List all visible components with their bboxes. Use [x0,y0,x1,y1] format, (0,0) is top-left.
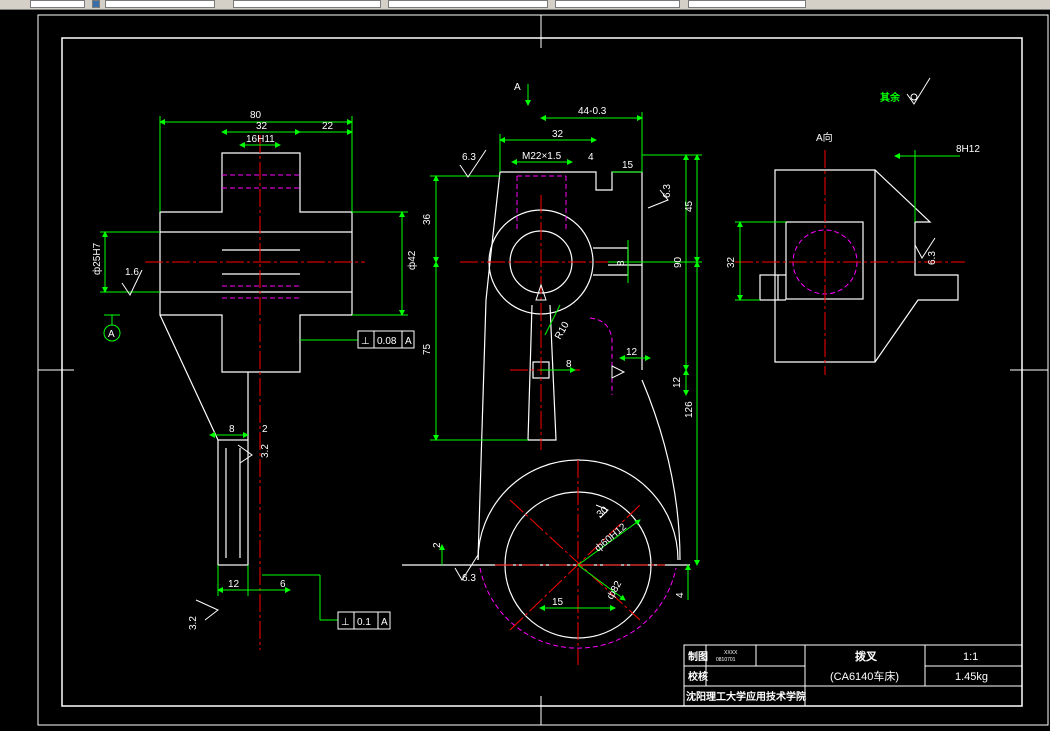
roughness-6-3-top: 6.3 [462,152,476,163]
toolbar-field-5[interactable] [555,0,680,8]
dim-22: 22 [322,121,334,132]
dim-82: ф82 [604,578,624,601]
weight-value: 1.45kg [955,671,988,683]
roughness-3-2-bottom: 3.2 [188,616,199,630]
part-name: 拨叉 [855,649,878,663]
scale-value: 1:1 [963,651,978,663]
dim-60h12: ф60H12 [592,521,629,555]
dim-6-arm: 6 [280,579,286,590]
drawn-small-1: XXXX [724,650,738,656]
layer-icon[interactable] [92,0,100,8]
dim-16h11: 16H11 [246,134,275,145]
right-view: A向 8H12 32 6.3 [726,131,980,375]
dim-90: 90 [673,256,684,268]
dim-32: 32 [256,121,268,132]
rest-roughness-note: 其余 [880,77,931,105]
drawn-small-2: 0810701 [716,657,736,663]
dim-8-hole: 8 [616,260,627,266]
dim-12-slot: 12 [626,347,638,358]
main-view: A 44-0.3 32 M22×1.5 4 15 36 45 90 8 R10 … [402,82,702,665]
dim-8-arm: 8 [229,424,235,435]
tolerance-2-symbol: ⊥ [341,617,350,628]
part-model: (CA6140车床) [830,669,899,683]
toolbar-field-6[interactable] [688,0,806,8]
toolbar-field-3[interactable] [233,0,381,8]
dim-15-bottom: 15 [552,597,564,608]
tolerance-2-value: 0.1 [357,617,371,628]
right-view-title: A向 [816,131,833,144]
drawn-label: 制图 [688,650,708,663]
dim-75: 75 [422,343,433,355]
tolerance-2-datum: A [381,617,388,628]
toolbar-field-4[interactable] [388,0,548,8]
tolerance-1-value: 0.08 [377,336,397,347]
dim-36: 36 [422,213,433,225]
dim-12-arm: 12 [228,579,240,590]
dim-8-neck: 8 [566,359,572,370]
view-mark-a: A [514,82,521,93]
school-name: 沈阳理工大学应用技术学院 [686,690,806,703]
title-block: 制图 校核 XXXX 0810701 拨叉 (CA6140车床) 1:1 1.4… [683,644,1023,707]
dim-12-side: 12 [672,376,683,388]
dim-32-main: 32 [552,129,564,140]
toolbar-field-1[interactable] [30,0,85,8]
rest-label: 其余 [880,91,901,104]
dim-m22: M22×1.5 [522,151,562,162]
roughness-6-3-bottom: 6.3 [462,573,476,584]
dim-80: 80 [250,110,262,121]
drawing-canvas[interactable]: 80 32 22 16H11 ф25H7 ф42 8 2 12 6 1.6 3.… [0,9,1050,726]
tolerance-1-symbol: ⊥ [361,336,370,347]
dim-32-right: 32 [726,256,737,268]
dim-42: ф42 [406,250,418,270]
dim-4-bottom: 4 [675,592,686,598]
roughness-1-6: 1.6 [125,267,139,278]
dim-15-top: 15 [622,160,634,171]
left-view: 80 32 22 16H11 ф25H7 ф42 8 2 12 6 1.6 3.… [91,110,418,650]
roughness-machined-symbol [906,77,931,105]
checked-label: 校核 [688,670,708,683]
roughness-6-3-right: 6.3 [662,184,673,198]
datum-a-label: A [108,329,115,340]
dim-8h12: 8H12 [956,144,980,155]
dim-126: 126 [684,401,695,418]
tolerance-1-datum: A [405,336,412,347]
dim-25h7: ф25H7 [91,242,103,275]
toolbar-field-2[interactable] [105,0,215,8]
dim-r10: R10 [553,320,572,342]
dim-44: 44-0.3 [578,106,607,117]
dim-45: 45 [684,200,695,212]
dim-4-main: 4 [588,152,594,163]
inner-frame [61,37,1023,707]
roughness-6-3-right-view: 6.3 [927,251,938,265]
roughness-3-2-arm: 3.2 [260,444,271,458]
dim-2-arm: 2 [262,424,268,435]
dim-2-main: 2 [432,542,443,548]
dim-30-fork: 30 [595,504,611,520]
